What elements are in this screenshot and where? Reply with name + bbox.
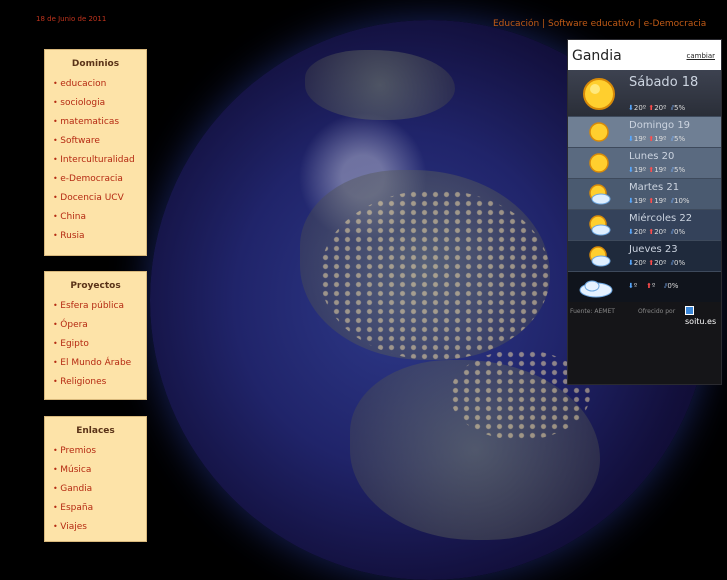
forecast-day: Miércoles 22 (629, 213, 693, 224)
menu-item[interactable]: Ópera (45, 315, 146, 334)
forecast-day: Domingo 19 (629, 120, 691, 131)
forecast-values: ⬇20º ⬆20º ⫽0% (628, 259, 686, 267)
sun-cloud-icon (589, 246, 611, 267)
forecast-row: Miércoles 22 ⬇20º ⬆20º ⫽0% (568, 210, 721, 241)
min-temp: º (633, 282, 638, 290)
menu-title: Enlaces (76, 426, 115, 436)
menu-item[interactable]: China (45, 207, 146, 226)
forecast-values: ⬇19º ⬆19º ⫽10% (628, 197, 690, 205)
nav-link-e-democracia[interactable]: e-Democracia (644, 19, 707, 29)
menu-item[interactable]: sociologia (45, 93, 146, 112)
menu-item[interactable]: Esfera pública (45, 296, 146, 315)
nav-separator: | (637, 19, 641, 29)
forecast-day: Jueves 23 (629, 244, 678, 255)
forecast-row: ⬇º ⬆º ⫽0% (568, 272, 721, 302)
forecast-values: ⬇19º ⬆19º ⫽5% (628, 166, 686, 174)
menu-title: Proyectos (70, 281, 121, 291)
change-city-link[interactable]: cambiar (686, 52, 715, 60)
menu-title: Dominios (71, 59, 120, 69)
rain-chance: 5% (674, 135, 686, 143)
max-temp: 19º (654, 135, 667, 143)
menu-item[interactable]: Software (45, 131, 146, 150)
menu-dominios: Dominios educacion sociologia matematica… (44, 49, 147, 256)
menu-item[interactable]: España (45, 498, 146, 517)
weather-widget: Gandia cambiar Sábado 18 ⬇20º ⬆20º ⫽5% D… (567, 39, 722, 385)
menu-item[interactable]: e-Democracia (45, 169, 146, 188)
menu-item[interactable]: Premios (45, 441, 146, 460)
sun-cloud-icon (589, 215, 611, 236)
menu-item[interactable]: El Mundo Árabe (45, 353, 146, 372)
rain-chance: 5% (674, 166, 686, 174)
rain-chance: 5% (674, 104, 686, 112)
menu-item[interactable]: Interculturalidad (45, 150, 146, 169)
weather-source: Fuente: AEMET (570, 308, 615, 315)
sun-icon (589, 153, 609, 173)
soitu-brand-link[interactable]: soitu.es (685, 306, 721, 326)
forecast-row-today: Sábado 18 ⬇20º ⬆20º ⫽5% (568, 70, 721, 117)
nav-link-educacion[interactable]: Educación (493, 19, 539, 29)
forecast-day: Lunes 20 (629, 151, 675, 162)
nav-separator: | (542, 19, 546, 29)
min-temp: 19º (633, 135, 647, 143)
weather-header: Gandia cambiar (568, 40, 721, 70)
min-temp: 20º (633, 259, 647, 267)
max-temp: 20º (654, 228, 667, 236)
max-temp: 20º (654, 104, 667, 112)
forecast-day: Sábado 18 (629, 75, 699, 90)
menu-item[interactable]: Rusia (45, 226, 146, 245)
menu-item[interactable]: Gandia (45, 479, 146, 498)
current-date: 18 de Junio de 2011 (36, 15, 107, 23)
menu-item[interactable]: Docencia UCV (45, 188, 146, 207)
rain-chance: 0% (674, 259, 686, 267)
min-temp: 19º (633, 197, 647, 205)
soitu-logo-icon (685, 306, 694, 315)
rain-chance: 0% (667, 282, 679, 290)
top-navigation: Educación | Software educativo | e-Democ… (493, 19, 706, 29)
rain-chance: 10% (674, 197, 690, 205)
forecast-row: Martes 21 ⬇19º ⬆19º ⫽10% (568, 179, 721, 210)
forecast-values: ⬇º ⬆º ⫽0% (628, 282, 679, 290)
menu-item[interactable]: matematicas (45, 112, 146, 131)
menu-item[interactable]: educacion (45, 74, 146, 93)
forecast-values: ⬇19º ⬆19º ⫽5% (628, 135, 686, 143)
menu-item[interactable]: Viajes (45, 517, 146, 536)
sun-icon (589, 122, 609, 142)
max-temp: º (651, 282, 656, 290)
forecast-row: Domingo 19 ⬇19º ⬆19º ⫽5% (568, 117, 721, 148)
min-temp: 20º (633, 104, 647, 112)
min-temp: 20º (633, 228, 647, 236)
sun-icon (583, 78, 615, 110)
max-temp: 19º (654, 197, 667, 205)
greenland-landmass (305, 50, 455, 120)
menu-item[interactable]: Religiones (45, 372, 146, 391)
max-temp: 19º (654, 166, 667, 174)
sun-cloud-icon (589, 184, 611, 205)
menu-enlaces: Enlaces Premios Música Gandia España Via… (44, 416, 147, 542)
forecast-values: ⬇20º ⬆20º ⫽5% (628, 104, 686, 112)
max-temp: 20º (654, 259, 667, 267)
weather-city: Gandia (572, 48, 622, 64)
forecast-day: Martes 21 (629, 182, 680, 193)
forecast-values: ⬇20º ⬆20º ⫽0% (628, 228, 686, 236)
nav-link-software-educativo[interactable]: Software educativo (548, 19, 635, 29)
rain-chance: 0% (674, 228, 686, 236)
menu-proyectos: Proyectos Esfera pública Ópera Egipto El… (44, 271, 147, 400)
min-temp: 19º (633, 166, 647, 174)
forecast-row: Jueves 23 ⬇20º ⬆20º ⫽0% (568, 241, 721, 272)
offered-by-label: Ofrecido por (638, 308, 676, 315)
europe-city-lights (320, 190, 550, 360)
brand-label: soitu.es (685, 317, 717, 326)
menu-item[interactable]: Música (45, 460, 146, 479)
forecast-row: Lunes 20 ⬇19º ⬆19º ⫽5% (568, 148, 721, 179)
menu-item[interactable]: Egipto (45, 334, 146, 353)
cloud-icon (579, 280, 613, 298)
